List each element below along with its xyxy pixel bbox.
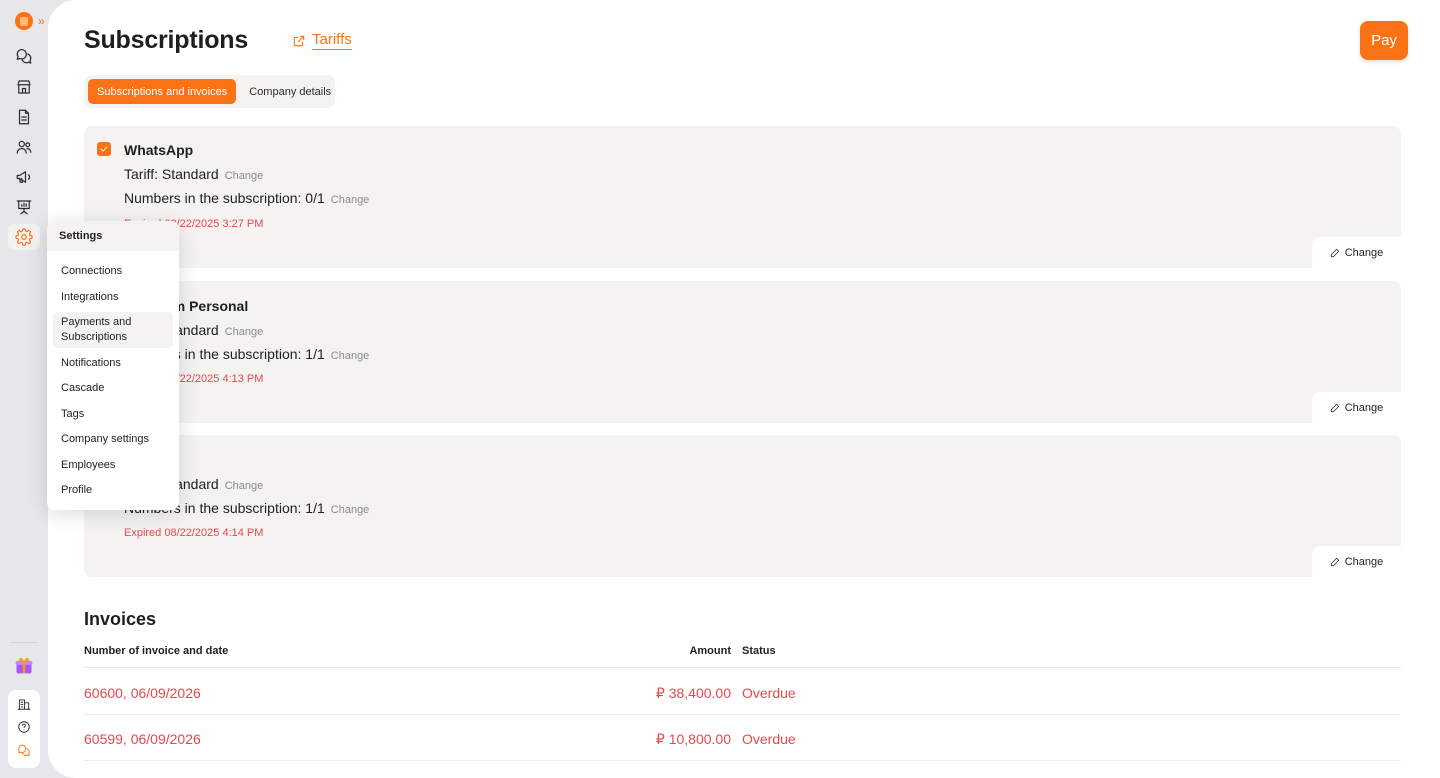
main-panel: Subscriptions Tariffs Pay Subscriptions …: [48, 0, 1440, 778]
change-tariff-link[interactable]: Change: [225, 480, 264, 492]
rail-campaigns[interactable]: [8, 164, 40, 190]
gift-icon[interactable]: [14, 655, 34, 675]
subscription-card: WhatsApp Tariff: Standard Change Numbers …: [84, 126, 1401, 268]
invoice-status: Overdue: [742, 731, 796, 747]
support-chat-button[interactable]: [15, 742, 33, 760]
rail-documents[interactable]: [8, 104, 40, 130]
app-logo[interactable]: [15, 12, 33, 30]
pencil-icon: [1330, 248, 1339, 257]
pencil-icon: [1330, 403, 1339, 412]
tariff-text: Tariff: Standard: [124, 166, 219, 182]
table-row[interactable]: 60599, 06/09/2026 ₽ 10,800.00 Overdue: [84, 715, 1401, 761]
tariffs-link[interactable]: Tariffs: [292, 31, 352, 50]
menu-item-employees[interactable]: Employees: [53, 458, 173, 473]
subscription-tariff: Tariff: Standard Change: [124, 166, 263, 182]
pay-button[interactable]: Pay: [1360, 21, 1408, 60]
subscription-title: WhatsApp: [124, 142, 194, 158]
tabs: Subscriptions and invoices Company detai…: [84, 75, 335, 108]
menu-item-company-settings[interactable]: Company settings: [53, 432, 173, 447]
contacts-icon: [16, 140, 32, 154]
pencil-icon: [1330, 557, 1339, 566]
menu-item-connections[interactable]: Connections: [53, 264, 173, 279]
numbers-text: Numbers in the subscription: 0/1: [124, 190, 325, 206]
menu-item-tags[interactable]: Tags: [53, 407, 173, 422]
change-numbers-link[interactable]: Change: [331, 350, 370, 362]
megaphone-icon: [16, 171, 31, 183]
building-icon: [17, 699, 31, 710]
document-icon: [18, 109, 30, 125]
change-numbers-link[interactable]: Change: [331, 194, 370, 206]
gear-icon: [15, 228, 33, 246]
invoice-amount: ₽ 10,800.00: [655, 731, 731, 747]
left-rail: »: [0, 0, 48, 778]
rail-bottom-group: [8, 690, 40, 768]
tariffs-link-label: Tariffs: [312, 31, 352, 50]
rail-contacts[interactable]: [8, 134, 40, 160]
change-tariff-link[interactable]: Change: [225, 170, 264, 182]
rail-settings[interactable]: [8, 224, 40, 250]
invoices-table-header: Number of invoice and date Amount Status: [84, 640, 1401, 668]
help-button[interactable]: [15, 718, 33, 736]
invoice-number[interactable]: 60600, 06/09/2026: [84, 685, 201, 701]
subscription-card: Tariff: StandardChange Numbers in the su…: [84, 435, 1401, 577]
column-header-number: Number of invoice and date: [84, 645, 229, 657]
invoice-number[interactable]: 60599, 06/09/2026: [84, 731, 201, 747]
help-icon: [18, 721, 30, 733]
menu-item-profile[interactable]: Profile: [53, 483, 173, 498]
rail-store[interactable]: [8, 74, 40, 100]
page-title: Subscriptions: [84, 26, 249, 54]
settings-menu: Settings Connections Integrations Paymen…: [47, 221, 179, 510]
chats-icon: [16, 49, 32, 64]
company-button[interactable]: [15, 695, 33, 713]
expired-text: Expired 08/22/2025 4:14 PM: [124, 527, 264, 539]
subscription-card: Telegram Personal Tariff: StandardChange…: [84, 281, 1401, 423]
invoice-status: Overdue: [742, 685, 796, 701]
column-header-amount: Amount: [689, 645, 731, 657]
check-icon: [100, 146, 108, 152]
change-button-label: Change: [1344, 401, 1384, 414]
settings-menu-title: Settings: [47, 221, 179, 251]
change-button-label: Change: [1344, 555, 1384, 568]
menu-item-integrations[interactable]: Integrations: [53, 290, 173, 305]
change-subscription-button[interactable]: Change: [1312, 546, 1401, 577]
table-row[interactable]: 60600, 06/09/2026 ₽ 38,400.00 Overdue: [84, 669, 1401, 715]
tab-subscriptions-and-invoices[interactable]: Subscriptions and invoices: [88, 79, 237, 104]
subscription-numbers: Numbers in the subscription: 0/1 Change: [124, 190, 369, 206]
invoice-amount: ₽ 38,400.00: [655, 685, 731, 701]
tab-company-details[interactable]: Company details: [240, 79, 340, 104]
expand-sidebar-icon[interactable]: »: [38, 14, 45, 28]
presentation-icon: [16, 200, 32, 215]
change-subscription-button[interactable]: Change: [1312, 237, 1401, 268]
change-button-label: Change: [1344, 246, 1384, 259]
rail-chats[interactable]: [8, 44, 40, 70]
rail-presentation[interactable]: [8, 194, 40, 220]
menu-item-payments-and-subscriptions[interactable]: Payments and Subscriptions: [53, 312, 173, 348]
change-numbers-link[interactable]: Change: [331, 504, 370, 516]
menu-item-cascade[interactable]: Cascade: [53, 381, 173, 396]
menu-item-notifications[interactable]: Notifications: [53, 356, 173, 371]
invoices-title: Invoices: [84, 609, 157, 629]
subscription-checkbox[interactable]: [97, 142, 111, 156]
rail-divider: [10, 642, 38, 643]
column-header-status: Status: [742, 645, 776, 657]
chat-support-icon: [18, 744, 30, 757]
external-link-icon: [293, 35, 305, 46]
change-tariff-link[interactable]: Change: [225, 326, 264, 338]
change-subscription-button[interactable]: Change: [1312, 392, 1401, 423]
store-icon: [17, 80, 31, 94]
